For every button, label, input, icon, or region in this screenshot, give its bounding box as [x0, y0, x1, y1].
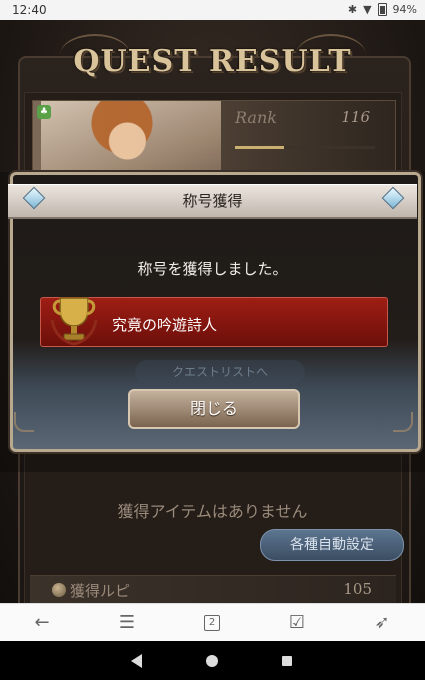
clover-icon: ♣: [37, 105, 51, 119]
browser-toolbar: ← ☰ 2 ☑ ➶: [0, 603, 425, 642]
rank-progress-bar: [235, 146, 375, 149]
nav-recents-icon[interactable]: [282, 656, 292, 666]
status-icons: ✱ ▼ 94%: [348, 3, 417, 16]
status-time: 12:40: [12, 3, 47, 17]
quest-list-button: クエストリストへ: [135, 360, 305, 384]
wifi-icon: ▼: [363, 3, 372, 16]
system-nav-bar: [0, 641, 425, 680]
rupie-label: 獲得ルピ: [70, 582, 131, 600]
close-button[interactable]: 閉じる: [128, 389, 300, 429]
nav-back-icon[interactable]: [131, 654, 142, 668]
back-arrow-icon[interactable]: ←: [26, 608, 58, 638]
dialog-title: 称号獲得: [182, 192, 243, 210]
rocket-icon[interactable]: ➶: [366, 608, 398, 638]
rank-label: Rank: [235, 108, 277, 127]
rank-progress-fill: [235, 146, 284, 149]
game-screen: QUEST RESULT ♣ Rank 116 LB 1 獲得アイテムはありませ…: [0, 20, 425, 603]
right-corner-ornament: [393, 412, 413, 432]
left-corner-ornament: [14, 412, 34, 432]
tabs-button[interactable]: 2: [196, 608, 228, 638]
battery-percent: 94%: [392, 3, 417, 16]
rupie-row: 獲得ルピ 105: [30, 575, 396, 603]
status-bar: 12:40 ✱ ▼ 94%: [0, 0, 425, 20]
dialog-message: 称号を獲得しました。: [137, 260, 288, 278]
rupie-value: 105: [343, 580, 372, 598]
checkbox-icon[interactable]: ☑: [281, 608, 313, 638]
menu-icon[interactable]: ☰: [111, 608, 143, 638]
battery-icon: [377, 3, 387, 16]
bluetooth-icon: ✱: [347, 3, 358, 16]
auto-settings-button[interactable]: 各種自動設定: [260, 529, 404, 561]
nav-home-icon[interactable]: [206, 655, 218, 667]
rank-value: 116: [341, 108, 370, 126]
quest-result-title: QUEST RESULT: [73, 44, 352, 79]
no-items-text: 獲得アイテムはありません: [117, 502, 308, 521]
rupie-icon: [52, 583, 66, 597]
tab-count: 2: [204, 615, 220, 631]
earned-title-text: 究竟の吟遊詩人: [112, 316, 218, 334]
trophy-icon: [50, 297, 98, 346]
